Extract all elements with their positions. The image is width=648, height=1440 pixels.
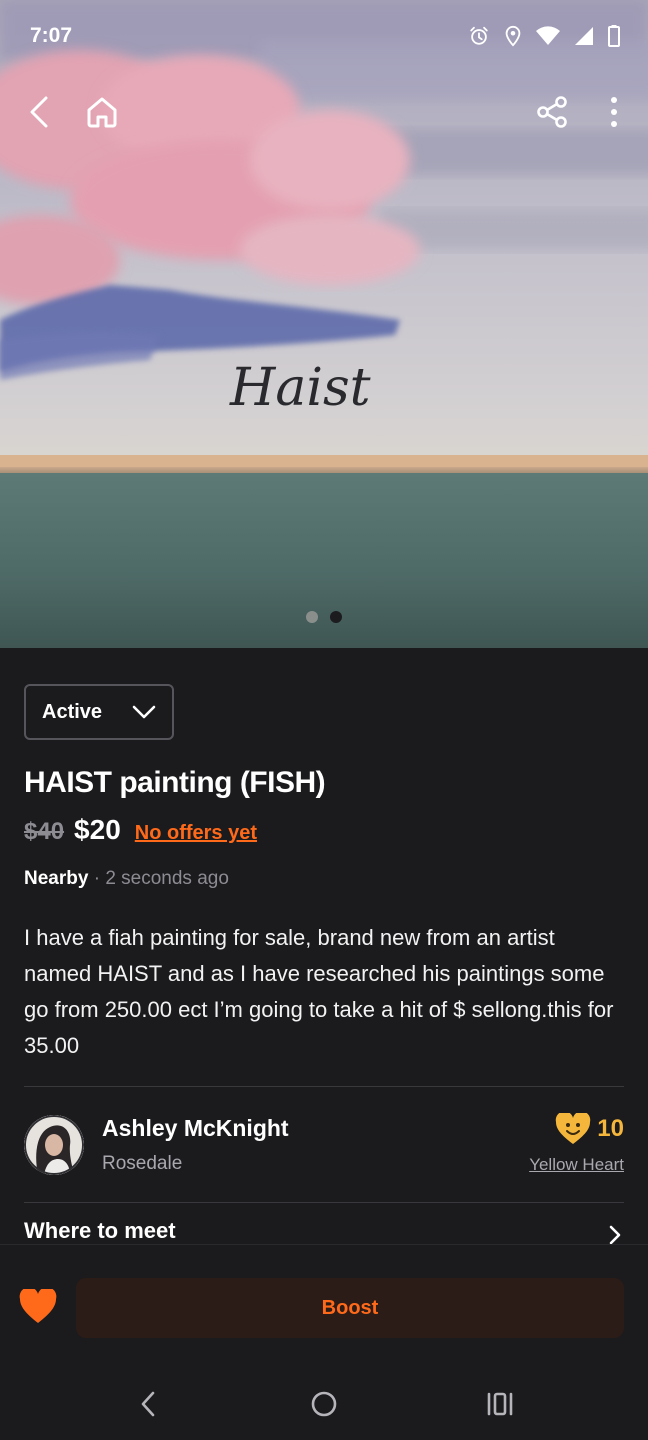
- home-button[interactable]: [78, 88, 126, 136]
- hero-toolbar: [0, 88, 648, 138]
- offers-link[interactable]: No offers yet: [135, 822, 257, 845]
- avatar-image: [24, 1115, 84, 1175]
- system-back-button[interactable]: [128, 1384, 168, 1424]
- posted-time: 2 seconds ago: [105, 868, 229, 889]
- signature-text: Haist: [229, 358, 371, 418]
- share-button[interactable]: [528, 88, 576, 136]
- heart-icon: [19, 1287, 57, 1323]
- yellow-heart-link[interactable]: Yellow Heart: [529, 1155, 624, 1175]
- yellow-heart-icon: [556, 1113, 591, 1144]
- seller-card[interactable]: Ashley McKnight Rosedale 10 Yellow Heart: [24, 1113, 624, 1183]
- seller-avatar[interactable]: [24, 1115, 84, 1175]
- original-price: $40: [24, 818, 65, 845]
- image-pager[interactable]: [0, 611, 648, 623]
- meta-separator: ·: [93, 868, 101, 889]
- pager-dot-2[interactable]: [330, 611, 342, 623]
- pager-dot-1[interactable]: [306, 611, 318, 623]
- heart-score: 10: [555, 1113, 624, 1145]
- bottom-action-bar: Boost: [0, 1244, 648, 1360]
- status-time: 7:07: [30, 24, 73, 47]
- system-home-icon: [311, 1391, 337, 1417]
- chevron-right-icon: [609, 1225, 621, 1245]
- share-icon: [537, 96, 567, 128]
- battery-icon: [608, 25, 620, 47]
- current-price: $20: [74, 814, 121, 845]
- seller-location: Rosedale: [102, 1153, 183, 1174]
- divider: [24, 1202, 624, 1203]
- more-button[interactable]: [590, 88, 638, 136]
- system-back-icon: [141, 1391, 155, 1417]
- status-dropdown[interactable]: Active: [24, 684, 174, 740]
- wifi-icon: [536, 26, 560, 45]
- status-bar: 7:07: [0, 0, 648, 74]
- price-row: $40 $20 No offers yet: [24, 814, 257, 846]
- alarm-icon: [470, 26, 488, 45]
- chevron-down-icon: [132, 705, 156, 719]
- listing-description: I have a fiah painting for sale, brand n…: [24, 925, 614, 1058]
- listing-title: HAIST painting (FISH): [24, 766, 326, 799]
- back-button[interactable]: [16, 88, 64, 136]
- system-recents-icon: [487, 1392, 513, 1416]
- status-icons: [468, 25, 620, 47]
- boost-button[interactable]: Boost: [76, 1278, 624, 1338]
- heart-count: 10: [597, 1115, 624, 1142]
- location-label: Nearby: [24, 868, 89, 889]
- status-dropdown-label: Active: [42, 700, 103, 723]
- signal-icon: [575, 27, 593, 45]
- location-icon: [505, 25, 521, 47]
- back-arrow-icon: [30, 96, 48, 128]
- listing-meta: Nearby · 2 seconds ago: [24, 868, 229, 890]
- favorite-button[interactable]: [18, 1287, 58, 1329]
- system-navigation-bar: [0, 1360, 648, 1440]
- where-to-meet-label: Where to meet: [24, 1218, 176, 1243]
- system-recents-button[interactable]: [480, 1384, 520, 1424]
- home-icon: [87, 97, 117, 128]
- divider: [24, 1086, 624, 1087]
- system-home-button[interactable]: [304, 1384, 344, 1424]
- seller-name[interactable]: Ashley McKnight: [102, 1115, 289, 1142]
- listing-photo[interactable]: Haist 7:07: [0, 0, 648, 648]
- more-vertical-icon: [611, 97, 617, 127]
